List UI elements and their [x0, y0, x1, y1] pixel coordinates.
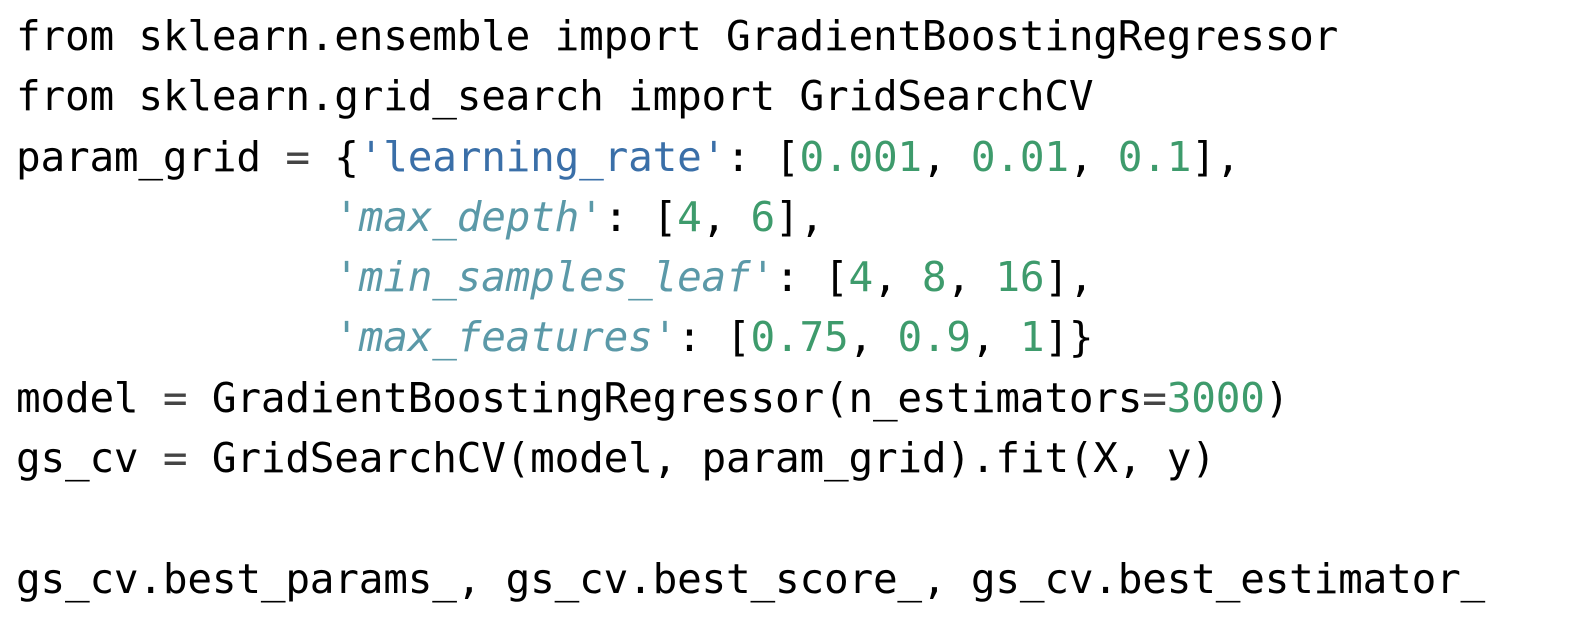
- number-literal: 8: [921, 253, 947, 302]
- number-literal: 4: [848, 253, 873, 302]
- fit-call: GridSearchCV(model, param_grid).fit(X, y…: [187, 434, 1216, 483]
- punctuation: : [: [603, 192, 678, 241]
- number-literal: 0.001: [799, 132, 923, 181]
- number-literal: 4: [677, 192, 702, 241]
- code-line-10: gs_cv.best_params_, gs_cv.best_score_, g…: [16, 549, 1485, 609]
- separator: ,: [701, 192, 751, 241]
- punctuation: : [: [726, 132, 800, 181]
- number-literal: 3000: [1166, 373, 1265, 422]
- number-literal: 16: [995, 253, 1045, 302]
- string-key: 'learning_rate': [358, 132, 727, 181]
- code-line-9-blank: [16, 488, 1485, 548]
- code-line-2: from sklearn.grid_search import GridSear…: [16, 66, 1485, 126]
- string-key: 'max_depth': [334, 192, 604, 241]
- keyword-from: from: [16, 12, 114, 60]
- separator: ,: [1068, 132, 1118, 181]
- keyword-import: import: [628, 72, 776, 121]
- result-expression: gs_cv.best_params_, gs_cv.best_score_, g…: [16, 554, 1486, 603]
- module-name: sklearn.ensemble: [113, 12, 555, 60]
- brace-open: {: [309, 132, 359, 181]
- punctuation: ],: [1044, 253, 1094, 302]
- separator: ,: [946, 253, 996, 302]
- assign-operator: =: [162, 434, 188, 483]
- string-key: 'min_samples_leaf': [334, 253, 776, 302]
- number-literal: 1: [1019, 313, 1045, 362]
- punctuation: : [: [677, 313, 751, 362]
- separator: ,: [848, 313, 898, 362]
- punctuation: ): [1264, 373, 1290, 422]
- number-literal: 6: [750, 192, 776, 241]
- separator: ,: [921, 132, 971, 181]
- separator: ,: [872, 253, 922, 302]
- code-line-6: 'max_features': [0.75, 0.9, 1]}: [16, 307, 1485, 367]
- punctuation: ]}: [1044, 313, 1094, 362]
- punctuation: ],: [1191, 132, 1241, 181]
- code-line-5: 'min_samples_leaf': [4, 8, 16],: [16, 247, 1485, 307]
- module-name: sklearn.grid_search: [113, 72, 629, 121]
- assign-operator: =: [162, 373, 188, 422]
- constructor-call: GradientBoostingRegressor(n_estimators: [187, 373, 1143, 422]
- assign-operator: =: [285, 132, 310, 181]
- code-line-1: from sklearn.ensemble import GradientBoo…: [16, 6, 1485, 66]
- code-line-7: model = GradientBoostingRegressor(n_esti…: [16, 368, 1485, 428]
- number-literal: 0.01: [970, 132, 1069, 181]
- imported-name: GridSearchCV: [775, 72, 1094, 121]
- variable-name: param_grid: [16, 132, 286, 181]
- code-line-8: gs_cv = GridSearchCV(model, param_grid).…: [16, 428, 1485, 488]
- code-line-4: 'max_depth': [4, 6],: [16, 187, 1485, 247]
- kwarg-operator: =: [1142, 373, 1167, 422]
- separator: ,: [970, 313, 1020, 362]
- number-literal: 0.9: [897, 313, 971, 362]
- variable-name: model: [16, 373, 163, 422]
- keyword-import: import: [554, 12, 702, 60]
- punctuation: : [: [775, 253, 849, 302]
- code-line-3: param_grid = {'learning_rate': [0.001, 0…: [16, 127, 1485, 187]
- code-block: from sklearn.ensemble import GradientBoo…: [16, 6, 1485, 609]
- imported-name: GradientBoostingRegressor: [701, 12, 1339, 60]
- number-literal: 0.75: [750, 313, 849, 362]
- string-key: 'max_features': [334, 313, 678, 362]
- number-literal: 0.1: [1117, 132, 1192, 181]
- keyword-from: from: [16, 72, 114, 121]
- variable-name: gs_cv: [16, 434, 163, 483]
- punctuation: ],: [775, 192, 824, 241]
